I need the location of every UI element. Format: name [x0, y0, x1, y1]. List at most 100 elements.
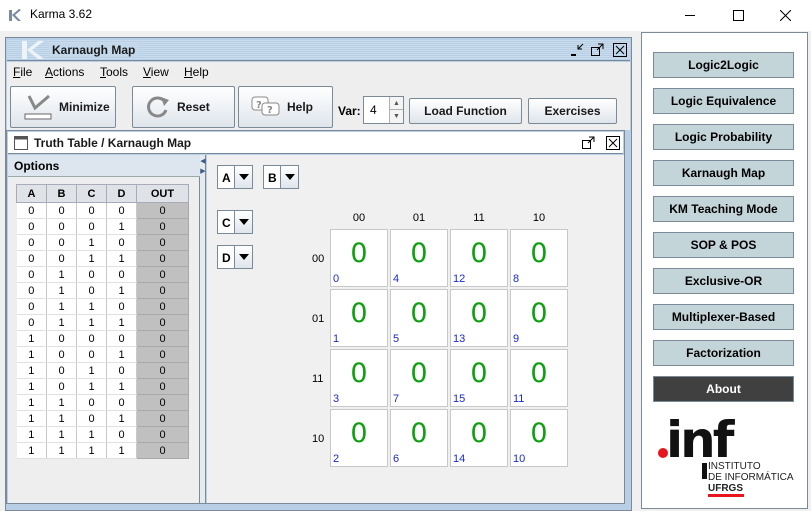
help-button[interactable]: ? ? Help [238, 86, 333, 128]
out-cell[interactable]: 0 [136, 202, 189, 219]
input-cell: 0 [76, 330, 107, 347]
out-cell[interactable]: 0 [136, 442, 189, 459]
column-header-d[interactable]: D [106, 184, 137, 203]
kmap-cell[interactable]: 07 [390, 349, 448, 407]
input-cell: 1 [106, 378, 137, 395]
input-cell: 1 [16, 330, 47, 347]
logic-probability-button[interactable]: Logic Probability [653, 124, 794, 150]
input-cell: 0 [16, 234, 47, 251]
out-cell[interactable]: 0 [136, 346, 189, 363]
multiplexer-based-button[interactable]: Multiplexer-Based [653, 304, 794, 330]
kmap-cell[interactable]: 08 [510, 229, 568, 287]
window-close-button[interactable] [762, 0, 808, 31]
out-cell[interactable]: 0 [136, 250, 189, 267]
tools-panel: Logic2Logic Logic Equivalence Logic Prob… [641, 32, 808, 509]
window-minimize-button[interactable] [667, 0, 713, 31]
exclusive-or-button[interactable]: Exclusive-OR [653, 268, 794, 294]
out-cell[interactable]: 0 [136, 362, 189, 379]
menu-help[interactable]: Help [184, 65, 209, 79]
out-cell[interactable]: 0 [136, 394, 189, 411]
factorization-button[interactable]: Factorization [653, 340, 794, 366]
kmap-cell-index: 6 [393, 453, 400, 465]
out-cell[interactable]: 0 [136, 298, 189, 315]
kmap-cell[interactable]: 01 [330, 289, 388, 347]
kmap-cell-index: 1 [333, 333, 340, 345]
out-cell[interactable]: 0 [136, 282, 189, 299]
logic-equivalence-button[interactable]: Logic Equivalence [653, 88, 794, 114]
load-function-button[interactable]: Load Function [409, 98, 522, 124]
kmap-cell-index: 5 [393, 333, 400, 345]
column-header-b[interactable]: B [46, 184, 77, 203]
kmap-cell[interactable]: 06 [390, 409, 448, 467]
column-header-a[interactable]: A [16, 184, 47, 203]
kmap-cell[interactable]: 0 11 [510, 349, 568, 407]
reset-button-label: Reset [177, 100, 210, 114]
maximize-icon [732, 10, 744, 21]
karma-frame-icon [22, 41, 44, 59]
frame-maximize-icon[interactable] [589, 42, 605, 58]
column-header-out[interactable]: OUT [136, 184, 189, 203]
spinner-up-icon[interactable]: ▲ [390, 97, 403, 110]
kmap-row-header: 01 [312, 313, 325, 325]
kmap-cell[interactable]: 0 14 [450, 409, 508, 467]
frame-restore-icon[interactable] [580, 135, 596, 151]
kmap-cell[interactable]: 00 [330, 229, 388, 287]
kmap-cell[interactable]: 0 10 [510, 409, 568, 467]
exercises-button[interactable]: Exercises [528, 98, 617, 124]
out-cell[interactable]: 0 [136, 426, 189, 443]
out-cell[interactable]: 0 [136, 266, 189, 283]
out-cell[interactable]: 0 [136, 378, 189, 395]
kmap-cell-value: 0 [410, 418, 428, 449]
menu-file[interactable]: File [13, 65, 32, 79]
kmap-cell[interactable]: 05 [390, 289, 448, 347]
input-cell: 0 [46, 378, 77, 395]
reset-button[interactable]: Reset [132, 86, 235, 128]
karnaugh-map-frame-titlebar[interactable]: Karnaugh Map [7, 39, 630, 61]
var-spinner[interactable]: 4 ▲ ▼ [363, 96, 404, 124]
out-cell[interactable]: 0 [136, 410, 189, 427]
frame-iconify-icon[interactable] [569, 42, 585, 58]
input-cell: 1 [46, 282, 77, 299]
out-cell[interactable]: 0 [136, 218, 189, 235]
input-cell: 1 [16, 410, 47, 427]
out-cell[interactable]: 0 [136, 234, 189, 251]
splitter-left-arrow-icon[interactable]: ◀ [200, 157, 206, 165]
karnaugh-map-button[interactable]: Karnaugh Map [653, 160, 794, 186]
splitter-right-arrow-icon[interactable]: ▶ [200, 167, 206, 175]
about-button[interactable]: About [653, 376, 794, 402]
menu-tools[interactable]: Tools [100, 65, 128, 79]
kmap-cell[interactable]: 04 [390, 229, 448, 287]
panel-splitter[interactable]: ◀ ▶ [200, 155, 206, 503]
input-cell: 0 [106, 202, 137, 219]
kmap-cell[interactable]: 03 [330, 349, 388, 407]
km-teaching-mode-button[interactable]: KM Teaching Mode [653, 196, 794, 222]
menu-actions[interactable]: Actions [45, 65, 84, 79]
frame-close-icon[interactable] [612, 42, 628, 58]
kmap-cell-value: 0 [530, 358, 548, 389]
minimize-button[interactable]: Minimize [10, 86, 116, 128]
logic2logic-button[interactable]: Logic2Logic [653, 52, 794, 78]
kmap-cell[interactable]: 0 15 [450, 349, 508, 407]
kmap-cell-index: 9 [513, 333, 520, 345]
kmap-cell[interactable]: 0 12 [450, 229, 508, 287]
input-cell: 1 [76, 378, 107, 395]
spinner-down-icon[interactable]: ▼ [390, 110, 403, 123]
var-spinner-value[interactable]: 4 [370, 103, 377, 117]
sop-pos-button[interactable]: SOP & POS [653, 232, 794, 258]
input-cell: 1 [106, 314, 137, 331]
window-maximize-button[interactable] [715, 0, 761, 31]
kmap-cell[interactable]: 02 [330, 409, 388, 467]
table-row: 10010 [16, 346, 189, 363]
kmap-cell[interactable]: 09 [510, 289, 568, 347]
column-header-c[interactable]: C [76, 184, 107, 203]
out-cell[interactable]: 0 [136, 314, 189, 331]
input-cell: 0 [46, 346, 77, 363]
truth-table-frame-titlebar[interactable]: Truth Table / Karnaugh Map [8, 132, 623, 154]
options-header[interactable]: Options [8, 155, 200, 177]
input-cell: 1 [76, 234, 107, 251]
kmap-cell[interactable]: 0 13 [450, 289, 508, 347]
menu-view[interactable]: View [143, 65, 169, 79]
table-row: 11010 [16, 410, 189, 427]
out-cell[interactable]: 0 [136, 330, 189, 347]
frame-close-icon[interactable] [605, 135, 621, 151]
